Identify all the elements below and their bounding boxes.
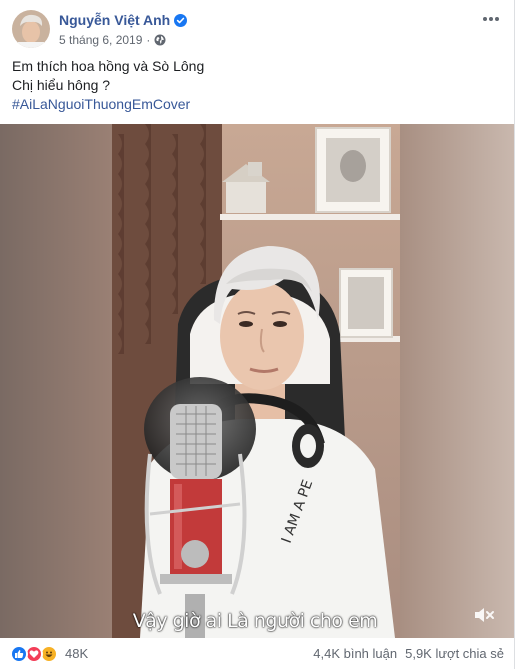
like-reaction-icon — [10, 644, 28, 663]
author-name[interactable]: Nguyễn Việt Anh — [59, 11, 170, 29]
engagement-stats: 4,4K bình luận 5,9K lượt chia sẻ — [313, 646, 504, 661]
hashtag-link[interactable]: #AiLaNguoiThuongEmCover — [12, 96, 190, 112]
post-footer: 48K 4,4K bình luận 5,9K lượt chia sẻ — [0, 638, 514, 669]
post-meta: Nguyễn Việt Anh 5 tháng 6, 2019 · — [59, 11, 188, 48]
post-text-line: Em thích hoa hồng và Sò Lông — [12, 58, 205, 74]
post-subline: 5 tháng 6, 2019 · — [59, 32, 187, 48]
avatar[interactable] — [12, 10, 50, 48]
name-row: Nguyễn Việt Anh — [59, 11, 188, 29]
globe-icon[interactable] — [154, 34, 166, 46]
reaction-count[interactable]: 48K — [65, 646, 88, 661]
reaction-summary[interactable]: 48K — [10, 644, 88, 663]
post-date[interactable]: 5 tháng 6, 2019 — [59, 32, 142, 48]
separator-dot: · — [146, 33, 151, 47]
post-text-line: Chị hiểu hông ? — [12, 77, 111, 93]
post-header: Nguyễn Việt Anh 5 tháng 6, 2019 · — [12, 10, 502, 52]
comment-count[interactable]: 4,4K bình luận — [313, 646, 397, 661]
facebook-post: Nguyễn Việt Anh 5 tháng 6, 2019 · Em thí… — [0, 0, 515, 669]
post-body: Em thích hoa hồng và Sò Lông Chị hiểu hô… — [12, 57, 502, 114]
video-player[interactable]: I AM A PE Vậy giờ ai Là người cho em — [0, 124, 514, 638]
video-frame: I AM A PE — [0, 124, 514, 638]
share-count[interactable]: 5,9K lượt chia sẻ — [405, 646, 504, 661]
more-options-icon[interactable] — [480, 10, 502, 28]
mute-icon[interactable] — [473, 605, 495, 625]
video-caption: Vậy giờ ai Là người cho em — [132, 610, 378, 632]
verified-badge-icon — [174, 13, 188, 27]
